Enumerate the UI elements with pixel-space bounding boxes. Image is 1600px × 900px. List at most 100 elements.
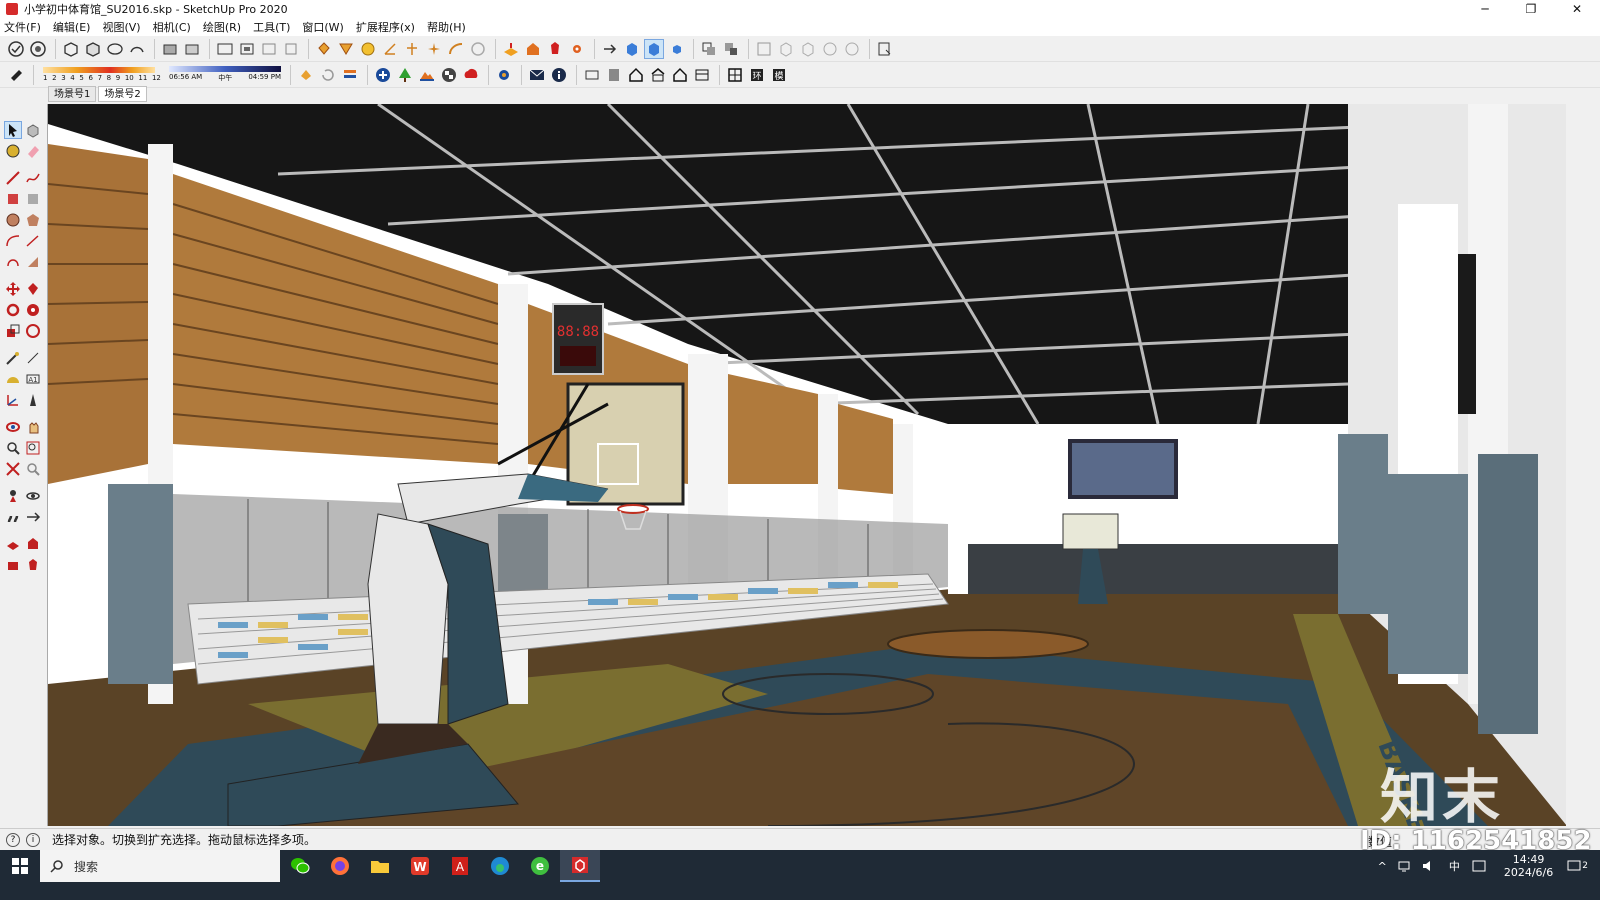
volume-icon[interactable]: [1422, 860, 1436, 872]
menu-window[interactable]: 窗口(W): [302, 19, 343, 35]
arc-icon[interactable]: [4, 232, 22, 250]
move-icon[interactable]: [4, 280, 22, 298]
two-point-arc-icon[interactable]: [24, 232, 42, 250]
house-outline-icon[interactable]: [670, 65, 690, 85]
menu-extensions[interactable]: 扩展程序(x): [356, 19, 415, 35]
arrow-right-icon[interactable]: [600, 39, 620, 59]
orbit-tool-icon[interactable]: [4, 418, 22, 436]
3d-text-icon[interactable]: [24, 391, 42, 409]
system-clock[interactable]: 14:49 2024/6/6: [1504, 853, 1553, 879]
gear-icon[interactable]: [567, 39, 587, 59]
paint-bucket-icon[interactable]: [314, 39, 334, 59]
solid-subtract-icon[interactable]: [776, 39, 796, 59]
menu-tools[interactable]: 工具(T): [253, 19, 290, 35]
scale-icon[interactable]: [4, 322, 22, 340]
front-view-icon[interactable]: [259, 39, 279, 59]
rectangle-icon[interactable]: [4, 190, 22, 208]
grid-plan-icon[interactable]: [725, 65, 745, 85]
section-plane-icon[interactable]: [446, 39, 466, 59]
tree-icon[interactable]: [395, 65, 415, 85]
text-icon[interactable]: [424, 39, 444, 59]
iso-view-icon[interactable]: [215, 39, 235, 59]
top-view-icon[interactable]: [237, 39, 257, 59]
wall-icon[interactable]: [604, 65, 624, 85]
push-pull-icon[interactable]: [24, 280, 42, 298]
warehouse-icon[interactable]: [523, 39, 543, 59]
scene-tab-2[interactable]: 场景号2: [98, 86, 147, 102]
scene-tab-1[interactable]: 场景号1: [48, 86, 97, 102]
menu-edit[interactable]: 编辑(E): [53, 19, 91, 35]
solid-intersect-icon[interactable]: [798, 39, 818, 59]
warehouse-tool-icon[interactable]: [24, 535, 42, 553]
wireframe-icon[interactable]: [105, 39, 125, 59]
shadow-toggle-icon[interactable]: [6, 65, 26, 85]
freehand-icon[interactable]: [24, 169, 42, 187]
restore-button[interactable]: ❐: [1508, 0, 1554, 18]
wechat-icon[interactable]: [280, 850, 320, 882]
sandbox-icon[interactable]: [501, 39, 521, 59]
shaded-icon[interactable]: [160, 39, 180, 59]
lasso-icon[interactable]: [24, 121, 42, 139]
tray-chevron-icon[interactable]: ^: [1378, 860, 1387, 873]
mail-icon[interactable]: [527, 65, 547, 85]
rotated-rect-icon[interactable]: [24, 190, 42, 208]
shadow-month-slider[interactable]: 1 2 3 4 5 6 7 8 9 10 11 12: [43, 67, 161, 82]
extension-warehouse-icon[interactable]: [875, 39, 895, 59]
ime-indicator[interactable]: 中: [1449, 858, 1460, 874]
minimize-button[interactable]: ─: [1462, 0, 1508, 18]
dimension-icon[interactable]: [24, 349, 42, 367]
shadow-time-slider[interactable]: 06:56 AM 中午 04:59 PM: [169, 66, 281, 83]
xray-icon[interactable]: [61, 39, 81, 59]
previous-view-icon[interactable]: [24, 460, 42, 478]
terrain-icon[interactable]: [417, 65, 437, 85]
pan-icon[interactable]: [24, 418, 42, 436]
cube-selected-icon[interactable]: [644, 38, 664, 59]
text-tool-icon[interactable]: A1: [24, 370, 42, 388]
close-button[interactable]: ✕: [1554, 0, 1600, 18]
3d-viewport[interactable]: BASKETBALL: [47, 104, 1566, 826]
ruby-tool-icon[interactable]: [24, 556, 42, 574]
axes-icon[interactable]: [380, 39, 400, 59]
roof-icon[interactable]: [648, 65, 668, 85]
tape-icon[interactable]: [4, 349, 22, 367]
textured-icon[interactable]: [182, 39, 202, 59]
add-location-icon[interactable]: [373, 65, 393, 85]
axes-tool-icon[interactable]: [4, 391, 22, 409]
tape-measure-icon[interactable]: [336, 39, 356, 59]
solid-trim-icon[interactable]: [820, 39, 840, 59]
protractor-tool-icon[interactable]: [4, 370, 22, 388]
wps-icon[interactable]: W: [400, 850, 440, 882]
solid-split-icon[interactable]: [842, 39, 862, 59]
windows-start-icon[interactable]: [0, 850, 40, 882]
dimensions-icon[interactable]: [402, 39, 422, 59]
ime-grid-icon[interactable]: [1472, 860, 1486, 872]
info-icon[interactable]: [549, 65, 569, 85]
walk-icon[interactable]: [468, 39, 488, 59]
ruby-icon[interactable]: [545, 39, 565, 59]
edge-icon[interactable]: [480, 850, 520, 882]
three-point-arc-icon[interactable]: [4, 253, 22, 271]
line-tool-icon[interactable]: [4, 169, 22, 187]
paint-icon[interactable]: [4, 142, 22, 160]
look-around-icon[interactable]: [24, 487, 42, 505]
orbit-icon[interactable]: [296, 65, 316, 85]
zoom-extents-icon[interactable]: [4, 460, 22, 478]
share-icon[interactable]: [4, 556, 22, 574]
component-icon[interactable]: [28, 39, 48, 59]
menu-draw[interactable]: 绘图(R): [203, 19, 241, 35]
zoom-icon[interactable]: [4, 439, 22, 457]
settings-gear-icon[interactable]: [494, 65, 514, 85]
polygon-icon[interactable]: [24, 211, 42, 229]
select-tool-icon[interactable]: [4, 121, 22, 139]
outliner-icon[interactable]: [721, 39, 741, 59]
menu-file[interactable]: 文件(F): [4, 19, 41, 35]
network-icon[interactable]: [1398, 860, 1412, 872]
zoom-window-icon[interactable]: [24, 439, 42, 457]
sketchup-taskbar-icon[interactable]: [560, 850, 600, 882]
geo-location-icon[interactable]: ?: [6, 832, 20, 847]
firefox-icon[interactable]: [320, 850, 360, 882]
section-tool-icon[interactable]: [24, 508, 42, 526]
cube-small-icon[interactable]: [666, 39, 686, 59]
hidden-line-icon[interactable]: [127, 39, 147, 59]
menu-view[interactable]: 视图(V): [102, 19, 140, 35]
